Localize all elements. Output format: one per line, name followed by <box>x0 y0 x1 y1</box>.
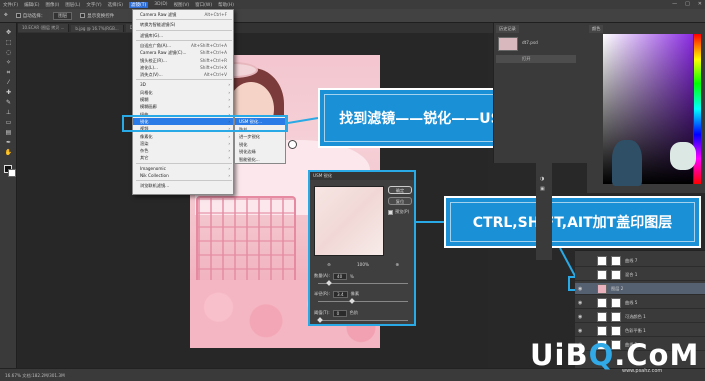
threshold-unit: 色阶 <box>349 310 359 315</box>
amount-row: 数量(A): 40 % <box>314 272 412 280</box>
layer-thumbnail <box>597 270 607 280</box>
amount-slider-knob[interactable] <box>326 280 332 286</box>
amount-label: 数量(A): <box>314 273 330 278</box>
radius-label: 半径(R): <box>314 291 330 296</box>
layer-name: 色彩平衡 1 <box>625 328 646 333</box>
watermark: UiBQ.CoM www.psahz.com <box>530 338 700 378</box>
zoom-out-icon[interactable]: ⊖ <box>327 262 331 267</box>
history-state-open[interactable]: 打开 <box>496 55 576 63</box>
panel-icon-column: ◑ ▣ <box>536 160 552 260</box>
history-tab[interactable]: 历史记录 <box>496 25 519 33</box>
layer-thumbnail <box>597 298 607 308</box>
usm-preview-image[interactable] <box>314 186 384 256</box>
adjust-icon[interactable]: ◑ <box>540 176 544 182</box>
layer-name: 曲线 5 <box>625 300 638 305</box>
zoom-row: ⊖ 100% ⊕ <box>314 260 412 268</box>
layer-row[interactable]: ◉ 可选颜色 1 <box>575 311 705 323</box>
layer-name: 可选颜色 1 <box>625 314 646 319</box>
eye-icon[interactable]: ◉ <box>578 328 582 334</box>
amount-input[interactable]: 40 <box>332 272 347 280</box>
stamp-callout-line-right <box>559 247 576 277</box>
threshold-slider-knob[interactable] <box>317 317 323 323</box>
eye-icon[interactable]: ◉ <box>578 314 582 320</box>
watermark-logo: UiBQ.CoM <box>530 338 700 372</box>
threshold-row: 阈值(T): 0 色阶 <box>314 309 412 317</box>
layer-row[interactable]: ◉ 曲线 5 <box>575 297 705 309</box>
layer-row[interactable]: 混合 1 <box>575 269 705 281</box>
callout-inner-border <box>450 202 695 242</box>
usm-sharpen-dialog: USM 锐化 确定 复位 预览(P) ⊖ 100% ⊕ 数量(A): 40 % … <box>308 170 416 326</box>
amount-slider[interactable] <box>318 280 408 286</box>
zoom-value: 100% <box>357 261 369 267</box>
dialog-title: USM 锐化 <box>310 172 414 180</box>
usm-callout-line <box>287 117 319 124</box>
mascot-decoration <box>670 142 696 170</box>
watermark-url: www.psahz.com <box>622 368 663 374</box>
layer-mask-thumbnail <box>611 256 621 266</box>
layer-thumbnail <box>597 284 607 294</box>
style-icon[interactable]: ▣ <box>540 186 545 192</box>
layer-thumbnail <box>597 312 607 322</box>
layer-row[interactable]: ◉ 色彩平衡 1 <box>575 325 705 337</box>
preview-label: 预览(P) <box>395 209 410 214</box>
threshold-label: 阈值(T): <box>314 310 330 315</box>
stamp-callout: CTRL,SHIFT,AIT加T盖印图层 <box>444 196 701 248</box>
layer-mask-thumbnail <box>611 298 621 308</box>
preview-checkbox[interactable]: 预览(P) <box>388 209 409 215</box>
layer-thumbnail <box>597 256 607 266</box>
eye-icon[interactable]: ◉ <box>578 300 582 306</box>
zoom-in-icon[interactable]: ⊕ <box>395 262 399 267</box>
layer-mask-thumbnail <box>611 312 621 322</box>
layer-row[interactable]: ◉ 图层 2 <box>575 283 705 295</box>
radius-input[interactable]: 3.4 <box>332 290 348 298</box>
eye-icon[interactable]: ◉ <box>578 286 582 292</box>
mascot-illustration <box>612 140 642 186</box>
layer-name: 混合 1 <box>625 272 638 277</box>
radius-unit: 像素 <box>350 291 360 296</box>
layer-name: 曲线 7 <box>625 258 638 263</box>
threshold-input[interactable]: 0 <box>332 309 347 317</box>
history-state-label: 打开 <box>522 56 531 61</box>
threshold-slider[interactable] <box>317 317 408 323</box>
layer-thumbnail <box>597 326 607 336</box>
layer-mask-thumbnail <box>611 326 621 336</box>
layer-name: 图层 2 <box>611 286 624 291</box>
history-snapshot-name[interactable]: dt7.psd <box>522 40 538 45</box>
layer-row[interactable]: 曲线 7 <box>575 255 705 267</box>
history-snapshot-thumb[interactable] <box>498 37 518 51</box>
ok-button[interactable]: 确定 <box>388 186 412 194</box>
radius-slider-knob[interactable] <box>348 298 355 304</box>
layer-mask-thumbnail <box>611 270 621 280</box>
radius-row: 半径(R): 3.4 像素 <box>314 290 412 298</box>
radius-slider[interactable] <box>318 298 408 304</box>
reset-button[interactable]: 复位 <box>388 197 412 205</box>
color-tab[interactable]: 颜色 <box>589 25 604 33</box>
amount-unit: % <box>349 273 354 279</box>
